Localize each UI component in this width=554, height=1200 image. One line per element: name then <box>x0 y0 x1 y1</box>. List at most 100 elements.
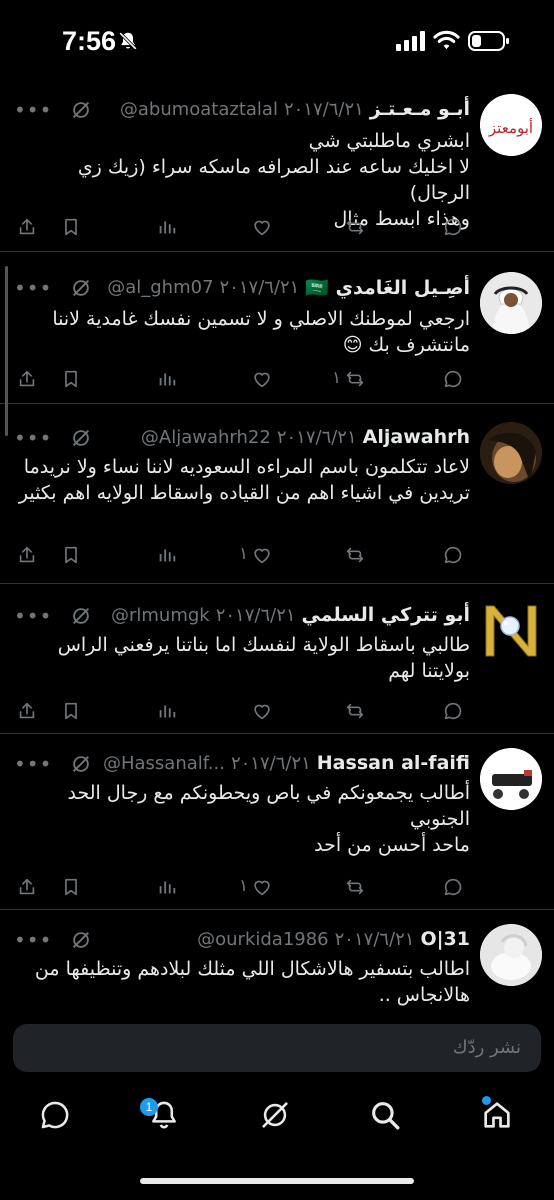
like-button[interactable] <box>251 367 275 391</box>
wifi-icon <box>433 30 460 50</box>
tweet[interactable]: أبومعتز أبـو مـعـتـز ٢٠١٧/٦/٢١ @abumoata… <box>0 76 554 252</box>
user-handle[interactable]: @Hassanalf... <box>103 753 225 774</box>
more-icon[interactable]: ••• <box>14 426 52 450</box>
share-button[interactable] <box>16 543 40 567</box>
retweet-icon <box>346 547 364 563</box>
views-button[interactable] <box>156 543 180 567</box>
like-icon <box>254 704 270 720</box>
grok-icon[interactable] <box>70 753 92 775</box>
tweet-date: ٢٠١٧/٦/٢١ <box>219 276 300 298</box>
like-button[interactable] <box>251 875 275 899</box>
user-handle[interactable]: @Aljawahrh22 <box>141 427 271 448</box>
tab-search[interactable] <box>368 1098 404 1134</box>
bookmark-icon <box>65 546 77 564</box>
like-icon <box>254 220 270 236</box>
display-name[interactable]: أبو تتركي السلمي <box>302 604 470 626</box>
tweet[interactable]: Hassan al-faifi ٢٠١٧/٦/٢١ @Hassanalf... … <box>0 734 554 910</box>
bookmark-button[interactable] <box>60 367 84 391</box>
reply-button[interactable] <box>442 215 466 239</box>
reply-button[interactable] <box>442 699 466 723</box>
user-handle[interactable]: @rlmumgk <box>111 605 210 626</box>
notifications-badge: 1 <box>140 1098 158 1116</box>
like-button[interactable] <box>251 215 275 239</box>
bookmark-icon <box>65 878 77 896</box>
share-icon <box>19 370 35 387</box>
tweet-header-tools: ••• <box>14 928 92 952</box>
user-handle[interactable]: @al_ghm07 <box>107 277 213 298</box>
display-name[interactable]: O|31 <box>420 928 470 950</box>
retweet-icon <box>346 703 364 719</box>
bookmark-button[interactable] <box>60 543 84 567</box>
reply-button[interactable] <box>442 543 466 567</box>
tweet-header-tools: ••• <box>14 276 92 300</box>
tweet[interactable]: O|31 ٢٠١٧/٦/٢١ @ourkida1986 ••• اطالب بت… <box>0 910 554 1014</box>
display-name[interactable]: أبـو مـعـتـز <box>370 98 470 120</box>
display-name[interactable]: Aljawahrh <box>363 426 470 448</box>
avatar[interactable] <box>480 748 542 810</box>
bookmark-button[interactable] <box>60 215 84 239</box>
bookmark-icon <box>65 702 77 720</box>
grok-icon[interactable] <box>70 427 92 449</box>
search-icon <box>372 1102 400 1130</box>
avatar[interactable] <box>480 600 542 662</box>
grok-icon[interactable] <box>70 99 92 121</box>
avatar[interactable] <box>480 924 542 986</box>
views-button[interactable] <box>156 699 180 723</box>
views-button[interactable] <box>156 875 180 899</box>
views-button[interactable] <box>156 367 180 391</box>
retweet-icon <box>346 219 364 235</box>
like-button[interactable] <box>251 543 275 567</box>
grok-icon[interactable] <box>70 277 92 299</box>
reply-icon <box>444 546 462 564</box>
tab-grok[interactable] <box>258 1098 294 1134</box>
like-button[interactable] <box>251 699 275 723</box>
tweet-date: ٢٠١٧/٦/٢١ <box>283 98 364 120</box>
replies-feed[interactable]: أبومعتز أبـو مـعـتـز ٢٠١٧/٦/٢١ @abumoata… <box>0 76 554 1014</box>
home-unread-dot <box>482 1096 491 1105</box>
retweet-button[interactable] <box>344 699 368 723</box>
bookmark-button[interactable] <box>60 875 84 899</box>
reply-input[interactable]: نشر ردّك <box>13 1024 541 1072</box>
share-icon <box>19 546 35 563</box>
status-bar: 7:56 <box>0 0 554 86</box>
avatar[interactable] <box>480 422 542 484</box>
avatar[interactable] <box>480 272 542 334</box>
tweet-actions: ١ <box>0 872 554 902</box>
tweet-date: ٢٠١٧/٦/٢١ <box>334 928 415 950</box>
grok-icon[interactable] <box>70 605 92 627</box>
user-handle[interactable]: @abumoataztalal <box>120 99 278 120</box>
bookmark-icon <box>65 218 77 236</box>
like-count: ١ <box>239 544 249 564</box>
more-icon[interactable]: ••• <box>14 276 52 300</box>
retweet-button[interactable] <box>344 367 368 391</box>
tab-messages[interactable] <box>38 1098 74 1134</box>
display-name[interactable]: أصِـيل الغَامدي 🇸🇦 <box>305 276 470 299</box>
grok-icon[interactable] <box>70 929 92 951</box>
tweet[interactable]: أصِـيل الغَامدي 🇸🇦 ٢٠١٧/٦/٢١ @al_ghm07 •… <box>0 252 554 436</box>
retweet-button[interactable] <box>344 543 368 567</box>
share-button[interactable] <box>16 699 40 723</box>
display-name[interactable]: Hassan al-faifi <box>317 752 470 774</box>
bookmark-button[interactable] <box>60 699 84 723</box>
views-button[interactable] <box>156 215 180 239</box>
more-icon[interactable]: ••• <box>14 928 52 952</box>
share-button[interactable] <box>16 875 40 899</box>
tweet[interactable]: Aljawahrh ٢٠١٧/٦/٢١ @Aljawahrh22 ••• لاع… <box>0 404 554 584</box>
avatar-logo-text: أبومعتز <box>488 118 533 137</box>
status-time: 7:56 <box>62 26 117 56</box>
more-icon[interactable]: ••• <box>14 752 52 776</box>
battery-icon <box>468 31 509 51</box>
share-button[interactable] <box>16 215 40 239</box>
tweet[interactable]: أبو تتركي السلمي ٢٠١٧/٦/٢١ @rlmumgk ••• … <box>0 584 554 734</box>
retweet-button[interactable] <box>344 875 368 899</box>
more-icon[interactable]: ••• <box>14 604 52 628</box>
reply-button[interactable] <box>442 367 466 391</box>
share-icon <box>19 218 35 235</box>
share-button[interactable] <box>16 367 40 391</box>
avatar[interactable]: أبومعتز <box>480 94 542 156</box>
user-handle[interactable]: @ourkida1986 <box>197 929 329 950</box>
reply-button[interactable] <box>442 875 466 899</box>
retweet-button[interactable] <box>344 215 368 239</box>
share-icon <box>19 878 35 895</box>
more-icon[interactable]: ••• <box>14 98 52 122</box>
